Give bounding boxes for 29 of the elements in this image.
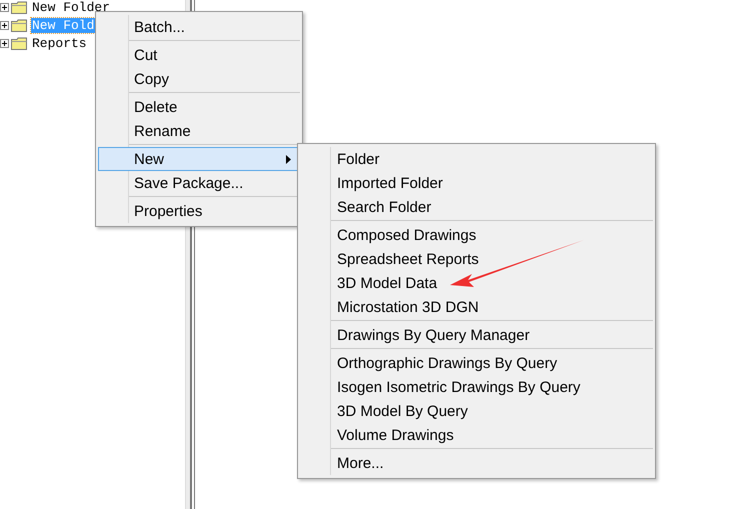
menu-item[interactable]: 3D Model Data bbox=[331, 271, 653, 295]
menu-item[interactable]: 3D Model By Query bbox=[331, 399, 653, 423]
menu-item[interactable]: Imported Folder bbox=[331, 171, 653, 195]
menu-item[interactable]: Microstation 3D DGN bbox=[331, 295, 653, 319]
menu-item[interactable]: Rename bbox=[98, 119, 300, 143]
menu-item[interactable]: Composed Drawings bbox=[331, 223, 653, 247]
menu-item[interactable]: Spreadsheet Reports bbox=[331, 247, 653, 271]
menu-item[interactable]: Save Package... bbox=[98, 171, 300, 195]
menu-item[interactable]: Drawings By Query Manager bbox=[331, 323, 653, 347]
menu-item[interactable]: Copy bbox=[98, 67, 300, 91]
menu-item[interactable]: Folder bbox=[331, 147, 653, 171]
expand-icon[interactable] bbox=[0, 38, 9, 48]
menu-item[interactable]: Batch... bbox=[98, 15, 300, 39]
menu-item[interactable]: More... bbox=[331, 451, 653, 475]
expand-icon[interactable] bbox=[0, 2, 9, 12]
menu-item[interactable]: Delete bbox=[98, 95, 300, 119]
menu-item[interactable]: Volume Drawings bbox=[331, 423, 653, 447]
menu-item[interactable]: Properties bbox=[98, 199, 300, 223]
menu-item[interactable]: Orthographic Drawings By Query bbox=[331, 351, 653, 375]
menu-item[interactable]: New bbox=[98, 147, 300, 171]
folder-icon bbox=[11, 0, 27, 14]
expand-icon[interactable] bbox=[0, 20, 9, 30]
menu-item[interactable]: Cut bbox=[98, 43, 300, 67]
folder-icon bbox=[11, 36, 27, 50]
folder-icon bbox=[11, 18, 27, 32]
menu-item[interactable]: Isogen Isometric Drawings By Query bbox=[331, 375, 653, 399]
tree-item[interactable]: Reports bbox=[31, 36, 88, 50]
tree-item[interactable]: New Folder bbox=[31, 0, 112, 14]
menu-item[interactable]: Search Folder bbox=[331, 195, 653, 219]
